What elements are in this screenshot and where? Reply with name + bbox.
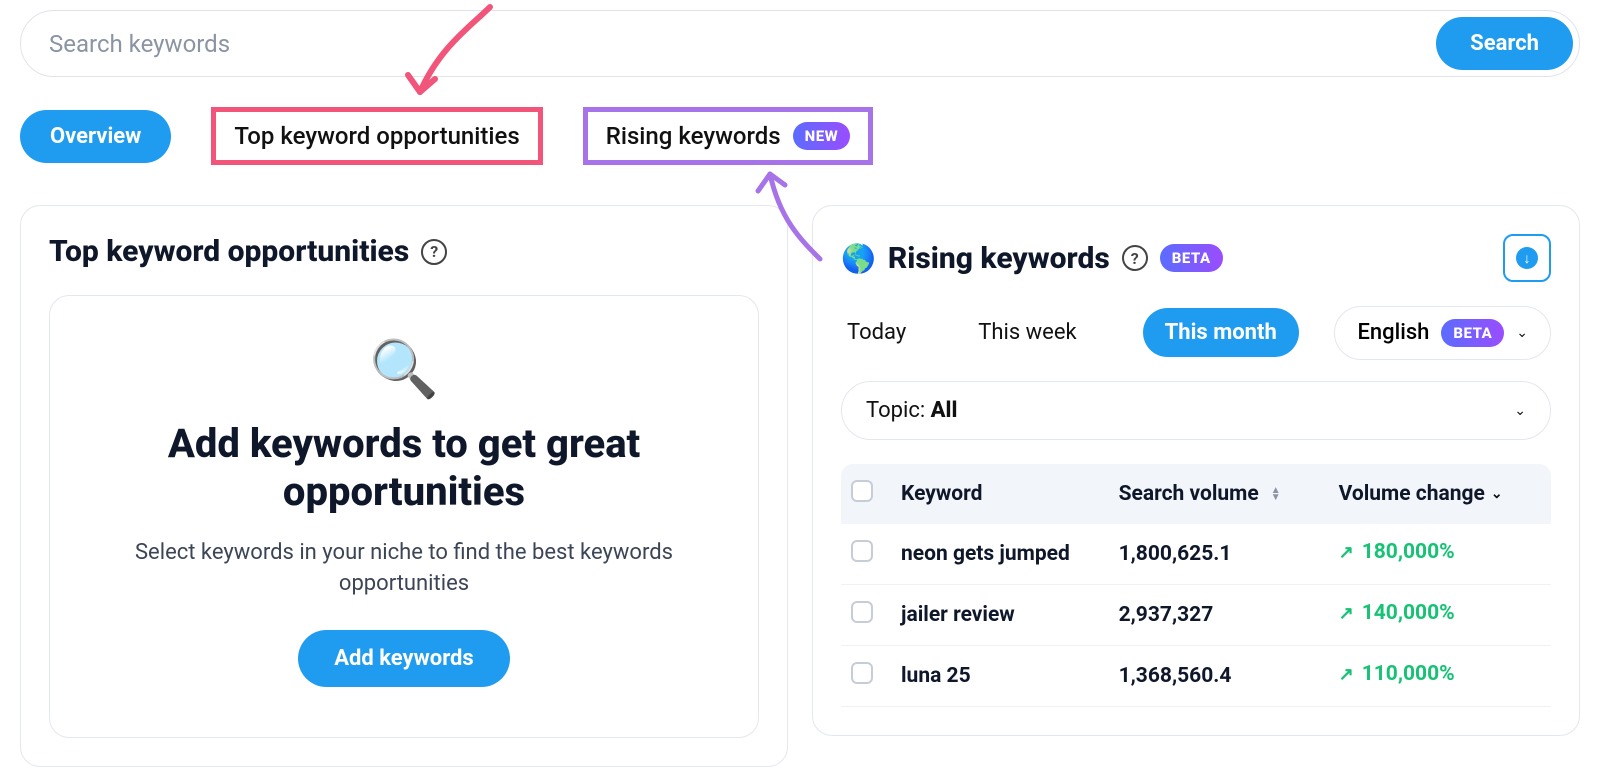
volume-change-cell: ↗ 180,000%	[1329, 524, 1551, 580]
help-icon[interactable]: ?	[1122, 245, 1148, 271]
timeframe-this-month[interactable]: This month	[1143, 308, 1299, 357]
new-badge: NEW	[793, 122, 851, 150]
sort-icon: ▲▼	[1271, 487, 1281, 501]
row-checkbox[interactable]	[851, 601, 873, 623]
search-volume-cell: 1,800,625.1	[1109, 524, 1329, 585]
beta-badge: BETA	[1441, 319, 1504, 347]
tab-rising-keywords[interactable]: Rising keywords NEW	[583, 107, 874, 165]
column-keyword[interactable]: Keyword	[901, 482, 1099, 506]
table-row: luna 251,368,560.4↗ 110,000%	[841, 646, 1551, 707]
row-checkbox[interactable]	[851, 662, 873, 684]
tab-label: Top keyword opportunities	[234, 122, 519, 150]
column-search-volume[interactable]: Search volume▲▼	[1119, 482, 1319, 506]
panel-header: 🌎 Rising keywords ? BETA ↓	[841, 234, 1551, 282]
trend-up-icon: ↗	[1339, 664, 1354, 685]
volume-change-cell: ↗ 110,000%	[1329, 646, 1551, 702]
tabs-row: Overview Top keyword opportunities Risin…	[20, 107, 1580, 165]
search-bar: Search	[20, 10, 1580, 77]
search-input[interactable]	[49, 30, 1436, 58]
empty-state-card: 🔍 Add keywords to get great opportunitie…	[49, 295, 759, 738]
language-label: English	[1357, 320, 1429, 345]
empty-state-title: Add keywords to get great opportunities	[110, 420, 698, 516]
add-keywords-button[interactable]: Add keywords	[298, 630, 510, 687]
table-row: neon gets jumped1,800,625.1↗ 180,000%	[841, 524, 1551, 585]
timeframe-today[interactable]: Today	[841, 310, 912, 355]
topic-filter[interactable]: Topic: All ⌄	[841, 381, 1551, 440]
keyword-cell: luna 25	[891, 646, 1109, 707]
language-selector[interactable]: English BETA ⌄	[1334, 306, 1551, 360]
help-icon[interactable]: ?	[421, 239, 447, 265]
tab-label: Rising keywords	[606, 122, 781, 150]
empty-state-subtitle: Select keywords in your niche to find th…	[110, 538, 698, 600]
panel-title: Top keyword opportunities	[49, 234, 409, 269]
tab-overview[interactable]: Overview	[20, 110, 171, 163]
row-checkbox[interactable]	[851, 540, 873, 562]
select-all-checkbox[interactable]	[851, 480, 873, 502]
chevron-down-icon: ⌄	[1491, 486, 1503, 502]
search-button[interactable]: Search	[1436, 17, 1573, 70]
search-volume-cell: 2,937,327	[1109, 585, 1329, 646]
trend-up-icon: ↗	[1339, 542, 1354, 563]
panel-title: Rising keywords	[888, 241, 1110, 276]
beta-badge: BETA	[1160, 244, 1223, 272]
timeframe-row: Today This week This month English BETA …	[841, 308, 1551, 357]
tab-top-keyword-opportunities[interactable]: Top keyword opportunities	[211, 107, 542, 165]
panel-top-keyword-opportunities: Top keyword opportunities ? 🔍 Add keywor…	[20, 205, 788, 767]
chevron-down-icon: ⌄	[1516, 325, 1528, 341]
panel-rising-keywords: 🌎 Rising keywords ? BETA ↓ Today This we…	[812, 205, 1580, 736]
magnifier-icon: 🔍	[110, 336, 698, 402]
keyword-cell: neon gets jumped	[891, 524, 1109, 585]
chevron-down-icon: ⌄	[1514, 403, 1526, 419]
volume-change-cell: ↗ 140,000%	[1329, 585, 1551, 641]
rising-keywords-table: Keyword Search volume▲▼ Volume change⌄ n…	[841, 464, 1551, 707]
download-button[interactable]: ↓	[1503, 234, 1551, 282]
topic-label: Topic: All	[866, 398, 957, 423]
timeframe-this-week[interactable]: This week	[972, 310, 1082, 355]
trend-up-icon: ↗	[1339, 603, 1354, 624]
table-row: jailer review2,937,327↗ 140,000%	[841, 585, 1551, 646]
download-icon: ↓	[1516, 247, 1538, 269]
globe-icon: 🌎	[841, 242, 876, 275]
search-volume-cell: 1,368,560.4	[1109, 646, 1329, 707]
column-volume-change[interactable]: Volume change⌄	[1339, 482, 1541, 506]
panels-container: Top keyword opportunities ? 🔍 Add keywor…	[20, 205, 1580, 767]
keyword-cell: jailer review	[891, 585, 1109, 646]
panel-header: Top keyword opportunities ?	[49, 234, 759, 269]
